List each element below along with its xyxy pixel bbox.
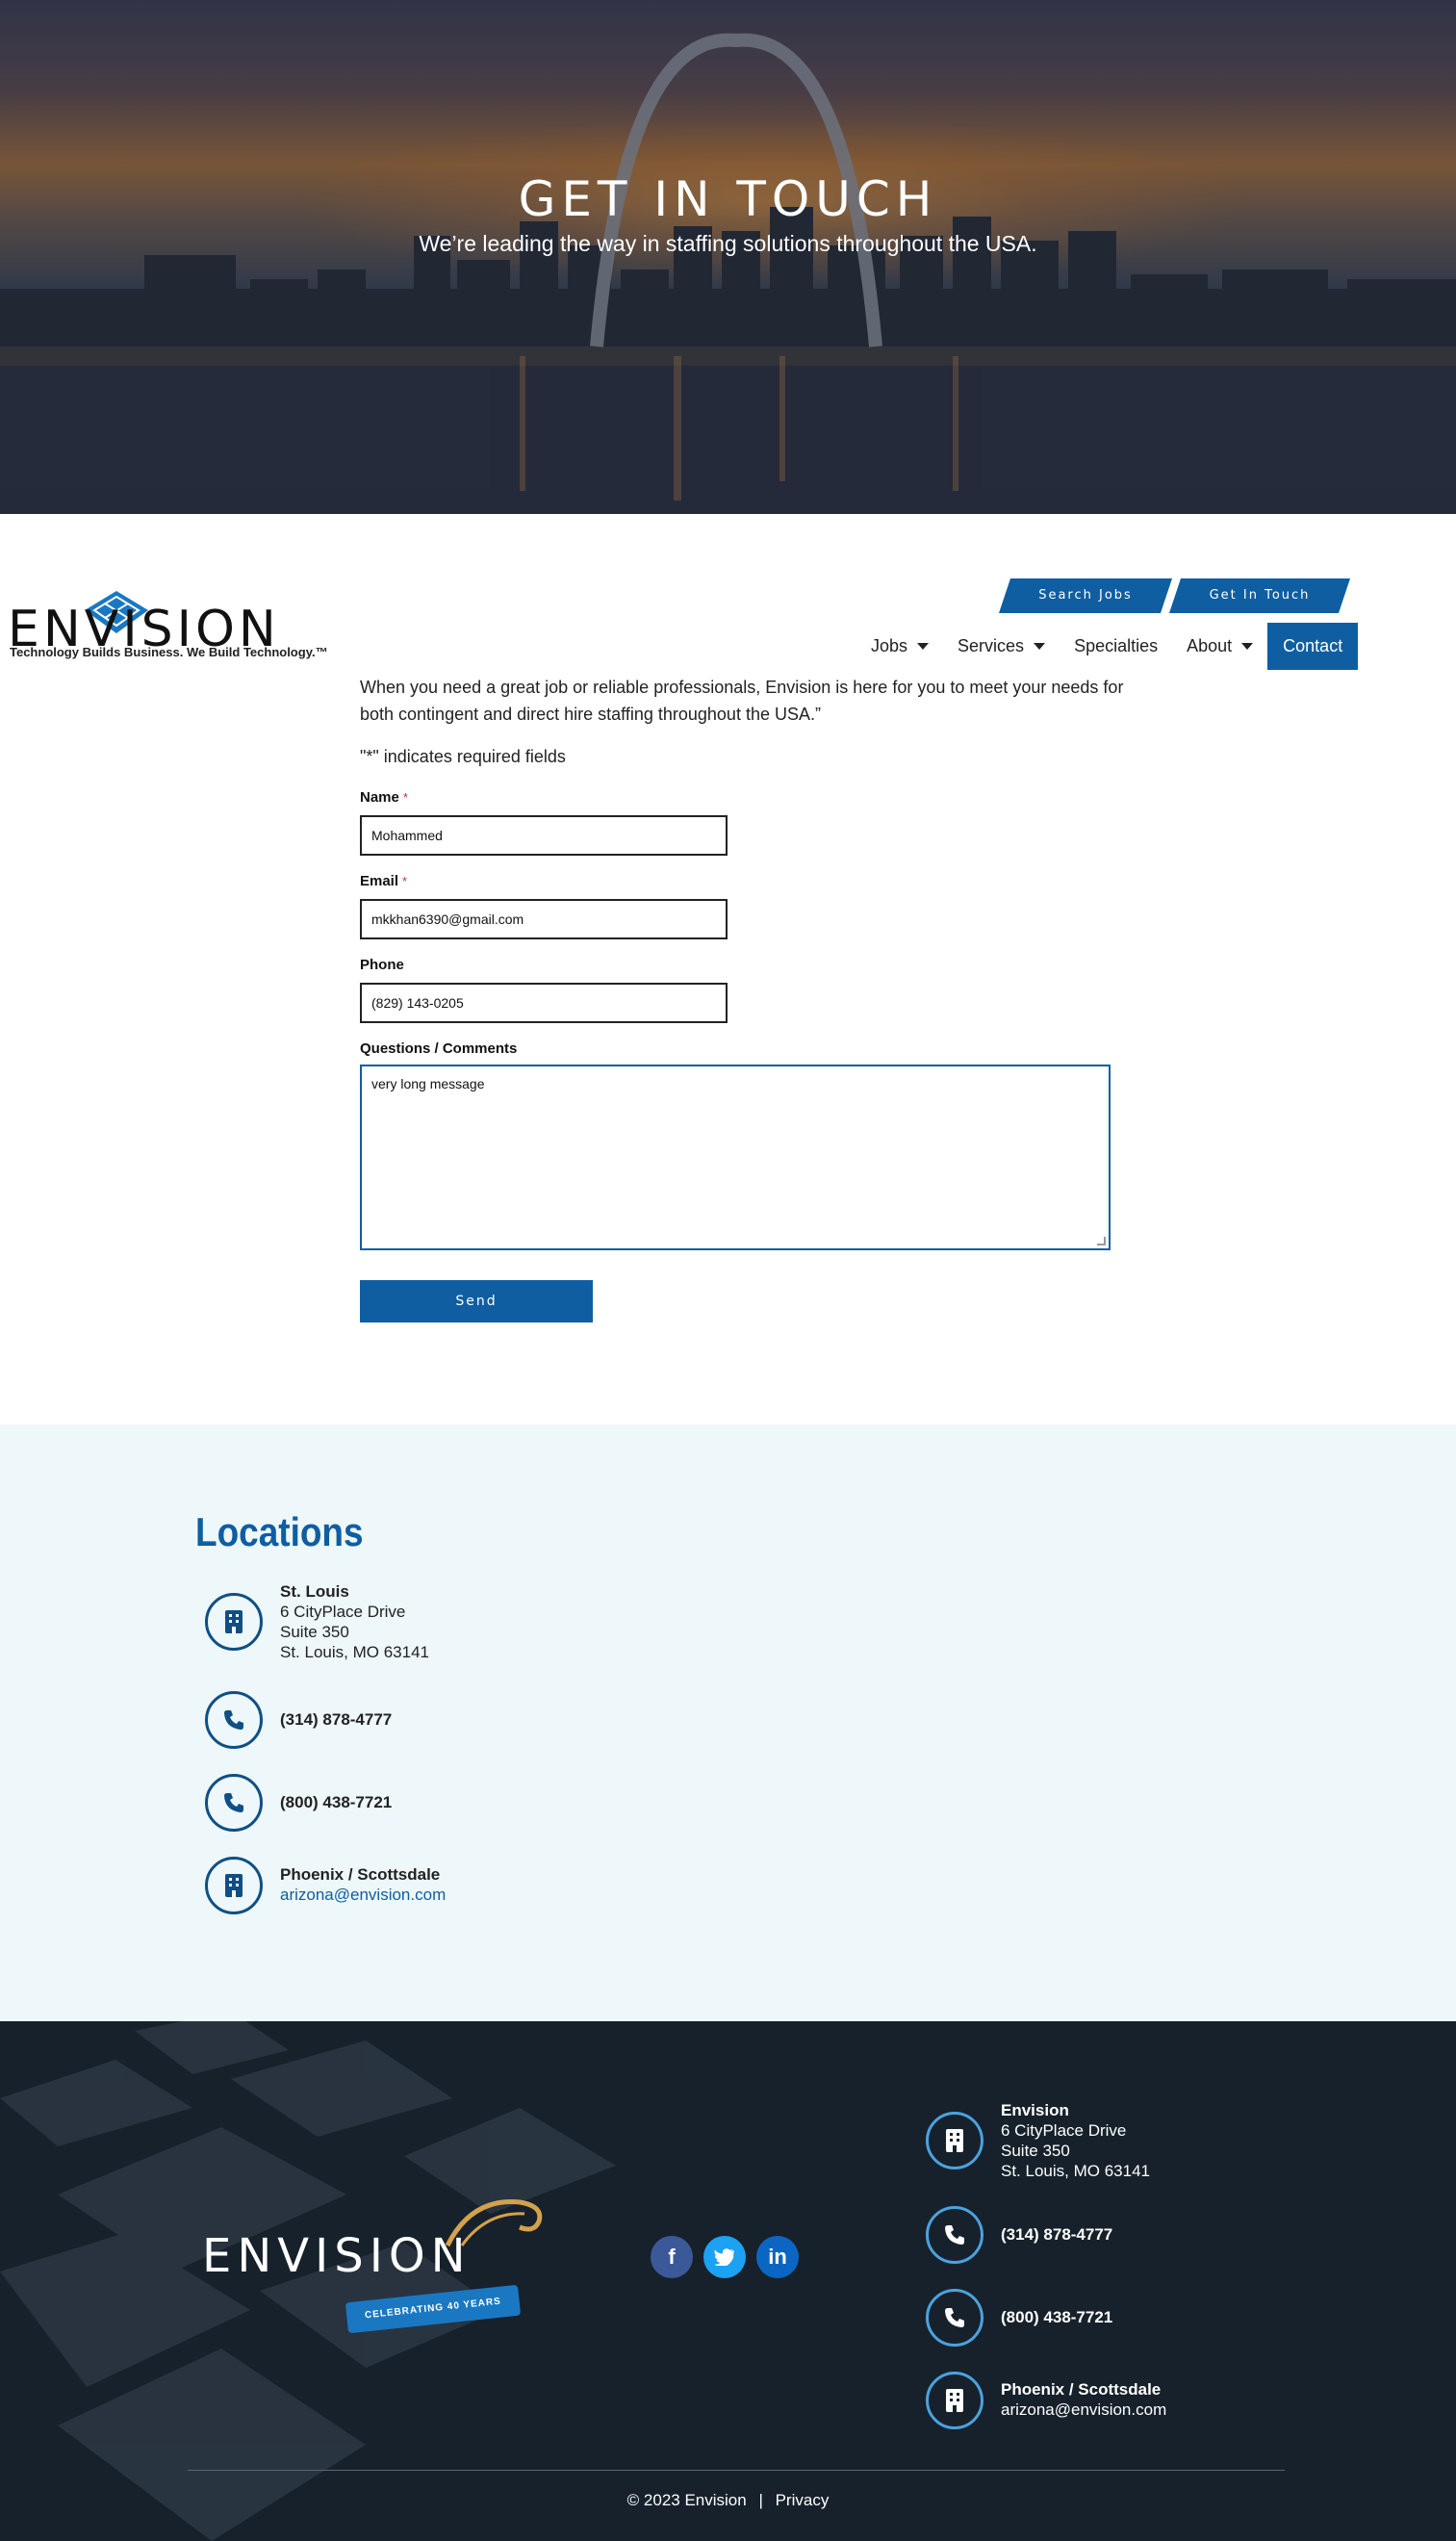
anniversary-ribbon: CELEBRATING 40 YEARS (345, 2284, 522, 2334)
phone-number: (800) 438-7721 (1001, 2308, 1113, 2326)
nav-item-label: Jobs (871, 636, 908, 655)
phone-label: Phone (360, 957, 404, 973)
comments-label: Questions / Comments (360, 1040, 518, 1057)
email-input[interactable]: mkkhan6390@gmail.com (360, 899, 728, 939)
location-name: Phoenix / Scottsdale (1001, 2380, 1162, 2399)
hero-subtitle: We’re leading the way in staffing soluti… (419, 231, 1037, 256)
required-fields-note: "*" indicates required fields (360, 747, 566, 766)
facebook-icon[interactable]: f (651, 2236, 693, 2278)
nav-item-label: About (1187, 636, 1233, 655)
required-star: * (402, 790, 408, 805)
get-in-touch-button[interactable]: Get In Touch (1169, 578, 1350, 613)
caret-down-icon (1034, 643, 1046, 650)
phone-icon (205, 1774, 263, 1832)
name-label-text: Name (360, 789, 399, 806)
building-icon (926, 2112, 983, 2169)
name-label: Name * (360, 789, 408, 806)
required-star: * (402, 874, 408, 888)
footer-logo-wordmark: ENVISION (202, 2229, 472, 2283)
caret-down-icon (917, 643, 930, 650)
address-line: Suite 350 (280, 1623, 349, 1641)
address-line: 6 CityPlace Drive (280, 1603, 406, 1621)
phone-input[interactable]: (829) 143-0205 (360, 983, 728, 1023)
phone-number: (314) 878-4777 (1001, 2225, 1113, 2244)
nav-item-label: Services (958, 636, 1025, 655)
phone-icon (926, 2206, 983, 2264)
hero-overlay (0, 0, 1456, 514)
send-button[interactable]: Send (360, 1280, 593, 1322)
footer-company-name: Envision (1001, 2101, 1069, 2119)
hero-title: GET IN TOUCH (518, 171, 938, 227)
locations-title: Locations (195, 1509, 364, 1554)
twitter-icon[interactable] (703, 2236, 746, 2278)
email-label: Email * (360, 873, 407, 889)
nav-item-jobs[interactable]: Jobs (856, 623, 943, 670)
location-name: Phoenix / Scottsdale (280, 1865, 441, 1884)
footer-phoenix: Phoenix / Scottsdale arizona@envision.co… (1001, 2379, 1166, 2420)
address-line: St. Louis, MO 63141 (1001, 2162, 1150, 2180)
location-phoenix: Phoenix / Scottsdale arizona@envision.co… (280, 1864, 446, 1905)
caret-down-icon (1241, 643, 1254, 650)
comments-textarea[interactable]: very long message (360, 1065, 1111, 1250)
email-link[interactable]: arizona@envision.com (1001, 2400, 1166, 2419)
envision-logo[interactable]: ENVISION Technology Builds Business. We … (8, 589, 328, 666)
footer-address: Envision 6 CityPlace Drive Suite 350 St.… (1001, 2100, 1150, 2181)
nav-item-services[interactable]: Services (943, 623, 1060, 670)
footer-divider (188, 2470, 1285, 2471)
address-line: 6 CityPlace Drive (1001, 2121, 1127, 2140)
logo-tagline: Technology Builds Business. We Build Tec… (10, 645, 328, 659)
search-jobs-button[interactable]: Search Jobs (999, 578, 1172, 613)
main-nav: Jobs Services Specialties About Contact (856, 623, 1359, 670)
building-icon (205, 1857, 263, 1914)
footer-copyright-bar: © 2023 Envision | Privacy (0, 2491, 1456, 2510)
footer-phone-1[interactable]: (314) 878-4777 (1001, 2224, 1112, 2245)
nav-item-label: Contact (1283, 636, 1343, 655)
footer-phone-2[interactable]: (800) 438-7721 (1001, 2307, 1112, 2327)
building-icon (205, 1593, 263, 1651)
linkedin-icon[interactable]: in (756, 2236, 799, 2278)
hero-banner: GET IN TOUCH We’re leading the way in st… (0, 0, 1456, 514)
nav-item-contact[interactable]: Contact (1267, 623, 1359, 670)
phone-icon (926, 2289, 983, 2347)
separator: | (758, 2491, 763, 2509)
location-st-louis: St. Louis 6 CityPlace Drive Suite 350 St… (280, 1581, 429, 1662)
location-name: St. Louis (280, 1582, 349, 1601)
name-input[interactable]: Mohammed (360, 815, 728, 856)
phone-number: (314) 878-4777 (280, 1710, 393, 1729)
phone-icon (205, 1691, 263, 1749)
privacy-link[interactable]: Privacy (776, 2491, 830, 2509)
phone-number: (800) 438-7721 (280, 1793, 393, 1811)
address-line: St. Louis, MO 63141 (280, 1643, 429, 1661)
location-phone-1[interactable]: (314) 878-4777 (280, 1709, 392, 1730)
location-phone-2[interactable]: (800) 438-7721 (280, 1792, 392, 1812)
locations-section: Locations St. Louis 6 CityPlace Drive Su… (0, 1424, 1456, 2021)
copyright-text: © 2023 Envision (626, 2491, 747, 2509)
building-icon (926, 2372, 983, 2429)
intro-text: When you need a great job or reliable pr… (360, 678, 1124, 724)
email-label-text: Email (360, 873, 399, 889)
footer-logo[interactable]: ENVISION CELEBRATING 40 YEARS (202, 2193, 549, 2337)
comments-value: very long message (371, 1076, 485, 1091)
email-link[interactable]: arizona@envision.com (280, 1886, 446, 1904)
resize-handle[interactable] (1097, 1237, 1106, 1245)
nav-item-specialties[interactable]: Specialties (1060, 623, 1172, 670)
nav-item-about[interactable]: About (1172, 623, 1267, 670)
nav-item-label: Specialties (1074, 636, 1159, 655)
address-line: Suite 350 (1001, 2142, 1070, 2160)
